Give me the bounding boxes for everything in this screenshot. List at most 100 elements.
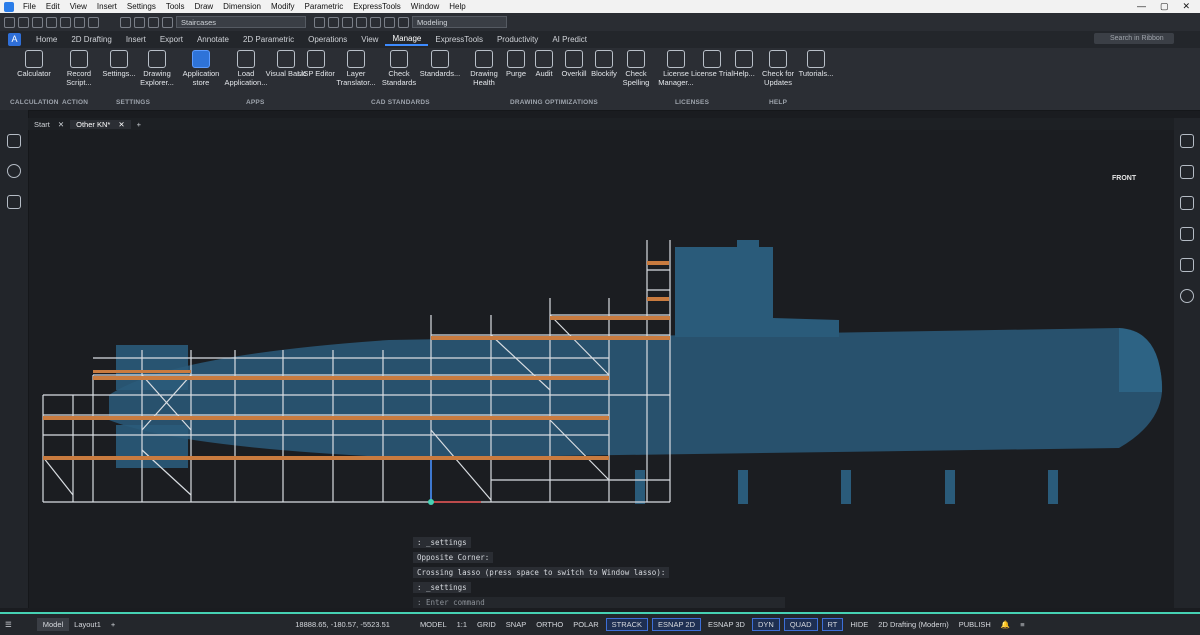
menu-expresstools[interactable]: ExpressTools xyxy=(348,2,406,11)
print-icon[interactable] xyxy=(60,16,71,28)
snap-toggle[interactable]: SNAP xyxy=(501,620,531,629)
quad-toggle[interactable]: QUAD xyxy=(783,618,818,631)
doc-tab-start[interactable]: Start ✕ xyxy=(28,120,70,129)
check-spelling-button[interactable]: Check Spelling xyxy=(614,50,658,87)
tab-2d-parametric[interactable]: 2D Parametric xyxy=(236,35,301,44)
layer-color-icon[interactable] xyxy=(162,16,173,28)
tab-operations[interactable]: Operations xyxy=(301,35,354,44)
materials-icon[interactable] xyxy=(1180,196,1194,210)
tab-manage[interactable]: Manage xyxy=(385,34,429,46)
new-tab-button[interactable]: + xyxy=(131,120,147,129)
model-space-toggle[interactable]: MODEL xyxy=(415,620,452,629)
layer-states-icon[interactable] xyxy=(328,16,339,28)
blocks-grid-icon[interactable] xyxy=(1180,227,1194,241)
workspace-icon[interactable] xyxy=(398,16,409,28)
minimize-button[interactable]: — xyxy=(1137,1,1146,12)
layer-dropdown[interactable]: Staircases xyxy=(176,16,306,28)
drawing-explorer-button[interactable]: Drawing Explorer... xyxy=(135,50,179,87)
maximize-button[interactable]: ▢ xyxy=(1160,1,1169,12)
menu-draw[interactable]: Draw xyxy=(190,2,219,11)
layer-translator-button[interactable]: Layer Translator... xyxy=(334,50,378,87)
hide-toggle[interactable]: HIDE xyxy=(845,620,873,629)
viewcube-front-label[interactable]: FRONT xyxy=(1112,175,1136,182)
load-application-button[interactable]: Load Application... xyxy=(224,50,268,87)
menu-tools[interactable]: Tools xyxy=(161,2,190,11)
layout1-tab[interactable]: Layout1 xyxy=(69,620,106,629)
menu-window[interactable]: Window xyxy=(406,2,444,11)
grid-toggle[interactable]: GRID xyxy=(472,620,501,629)
notifications-bell-icon[interactable]: 🔔 xyxy=(996,620,1015,629)
rt-toggle[interactable]: RT xyxy=(821,618,844,631)
group-help[interactable]: HELP xyxy=(769,99,787,106)
doc-tab-other-kn[interactable]: Other KN* ✕ xyxy=(70,119,131,129)
dyn-toggle[interactable]: DYN xyxy=(751,618,780,631)
menu-help[interactable]: Help xyxy=(444,2,470,11)
menu-parametric[interactable]: Parametric xyxy=(300,2,349,11)
drawing-canvas[interactable]: FRONT xyxy=(29,130,1174,608)
command-input[interactable]: : Enter command xyxy=(413,597,785,608)
menu-file[interactable]: File xyxy=(18,2,41,11)
publish-button[interactable]: PUBLISH xyxy=(954,620,996,629)
align-icon[interactable] xyxy=(370,16,381,28)
group-action[interactable]: ACTION xyxy=(62,99,88,106)
lightbulb-icon[interactable] xyxy=(120,16,131,28)
redo-icon[interactable] xyxy=(88,16,99,28)
menu-insert[interactable]: Insert xyxy=(92,2,122,11)
tab-view[interactable]: View xyxy=(354,35,385,44)
new-file-icon[interactable] xyxy=(4,16,15,28)
render-icon[interactable] xyxy=(1180,258,1194,272)
doc-tab-start-close-icon[interactable]: ✕ xyxy=(58,120,64,129)
standards-button[interactable]: Standards... xyxy=(418,50,462,79)
polar-toggle[interactable]: POLAR xyxy=(568,620,603,629)
structure-tree-icon[interactable] xyxy=(7,195,21,209)
status-menu-icon[interactable]: ☰ xyxy=(0,620,17,629)
settings-gear-icon[interactable] xyxy=(384,16,395,28)
menu-view[interactable]: View xyxy=(65,2,92,11)
esnap-2d-toggle[interactable]: ESNAP 2D xyxy=(652,618,702,631)
tab-annotate[interactable]: Annotate xyxy=(190,35,236,44)
tab-insert[interactable]: Insert xyxy=(119,35,153,44)
match-properties-icon[interactable] xyxy=(314,16,325,28)
tab-export[interactable]: Export xyxy=(153,35,190,44)
save-icon[interactable] xyxy=(32,16,43,28)
workspace-selector[interactable]: 2D Drafting (Modern) xyxy=(873,620,953,629)
lisp-editor-button[interactable]: LISP Editor xyxy=(294,50,338,79)
layers-panel-icon[interactable] xyxy=(1180,134,1194,148)
group-settings[interactable]: SETTINGS xyxy=(116,99,150,106)
group-drawing-optimizations[interactable]: DRAWING OPTIMIZATIONS xyxy=(510,99,598,106)
ribbon-search-input[interactable]: Search in Ribbon xyxy=(1094,33,1174,44)
model-tab[interactable]: Model xyxy=(36,618,70,631)
annotation-scale[interactable]: 1:1 xyxy=(452,620,472,629)
status-customize-icon[interactable]: ≡ xyxy=(1015,620,1029,629)
lock-icon[interactable] xyxy=(148,16,159,28)
calculator-button[interactable]: Calculator xyxy=(12,50,56,79)
tab-home[interactable]: Home xyxy=(29,35,64,44)
add-layout-icon[interactable]: + xyxy=(106,620,120,629)
doc-tab-other-kn-close-icon[interactable]: ✕ xyxy=(118,120,124,129)
menu-edit[interactable]: Edit xyxy=(41,2,65,11)
tab-expresstools[interactable]: ExpressTools xyxy=(428,35,490,44)
grid-icon[interactable] xyxy=(356,16,367,28)
check-standards-button[interactable]: Check Standards xyxy=(377,50,421,87)
open-file-icon[interactable] xyxy=(18,16,29,28)
menu-modify[interactable]: Modify xyxy=(266,2,300,11)
tab-ai-predict[interactable]: AI Predict xyxy=(545,35,594,44)
lightbulb-icon[interactable] xyxy=(7,164,21,178)
application-store-button[interactable]: Application store xyxy=(179,50,223,87)
esnap-3d-toggle[interactable]: ESNAP 3D xyxy=(703,620,750,629)
tab-2d-drafting[interactable]: 2D Drafting xyxy=(64,35,118,44)
sun-icon[interactable] xyxy=(134,16,145,28)
ortho-toggle[interactable]: ORTHO xyxy=(531,620,568,629)
record-script-button[interactable]: Record Script... xyxy=(57,50,101,87)
strack-toggle[interactable]: STRACK xyxy=(605,618,649,631)
menu-settings[interactable]: Settings xyxy=(122,2,161,11)
undo-icon[interactable] xyxy=(74,16,85,28)
bricscad-logo-icon[interactable]: A xyxy=(8,33,21,46)
attachment-icon[interactable] xyxy=(1180,165,1194,179)
menu-dimension[interactable]: Dimension xyxy=(218,2,266,11)
tab-productivity[interactable]: Productivity xyxy=(490,35,545,44)
save-as-icon[interactable] xyxy=(46,16,57,28)
close-window-button[interactable]: ✕ xyxy=(1182,1,1190,12)
cloud-icon[interactable] xyxy=(1180,289,1194,303)
tutorials-button[interactable]: Tutorials... xyxy=(794,50,838,79)
